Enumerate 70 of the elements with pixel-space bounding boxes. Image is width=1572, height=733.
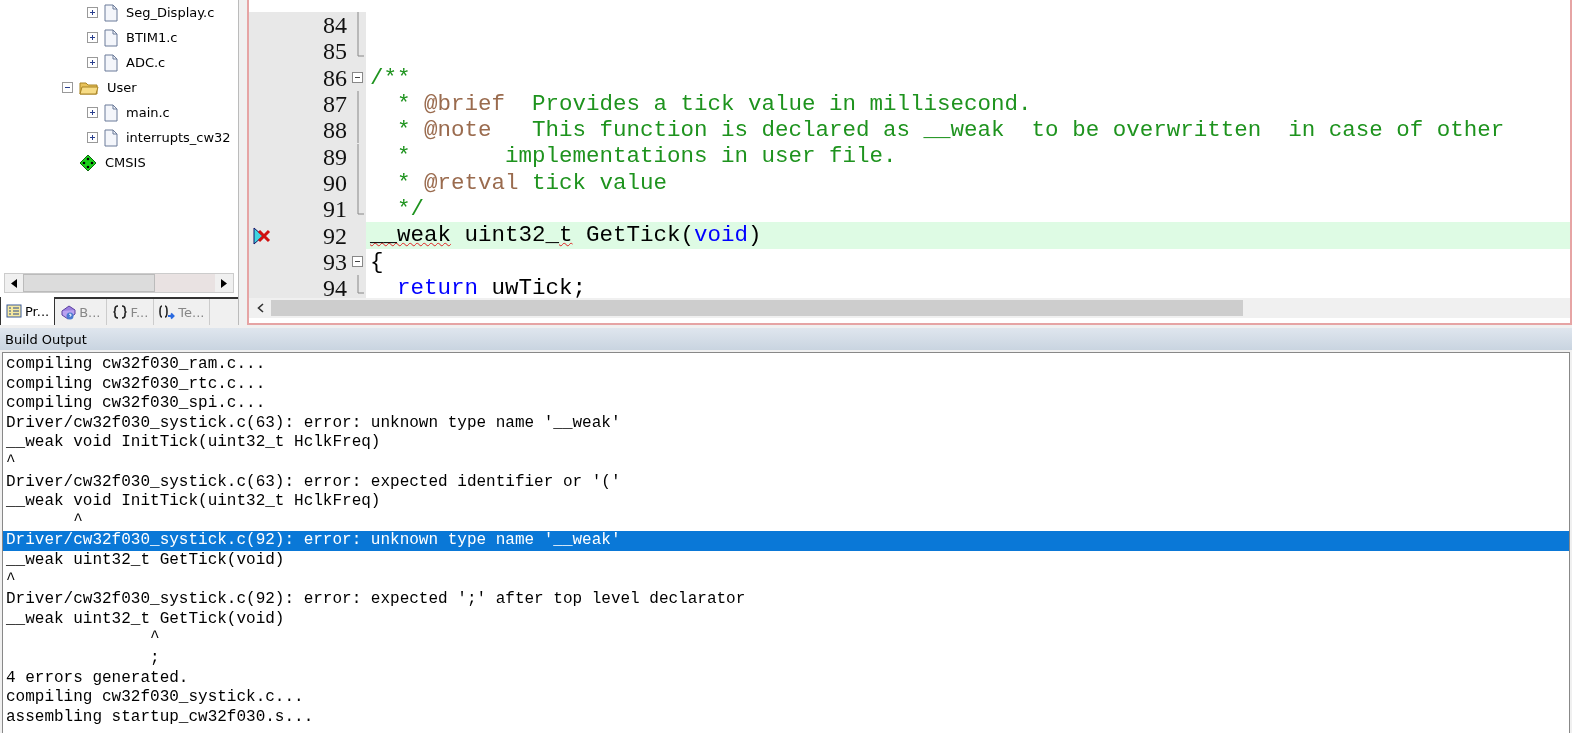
code-line: /**	[369, 64, 411, 91]
fold-toggle-icon[interactable]	[351, 71, 364, 85]
output-line[interactable]: compiling cw32f030_ram.c...	[3, 355, 1569, 375]
code-line: {	[369, 248, 384, 275]
line-number: 90	[322, 169, 347, 196]
tree-item[interactable]: BTIM1.c	[126, 30, 178, 45]
line-number: 84	[322, 12, 347, 39]
file-icon	[104, 103, 118, 122]
expand-icon[interactable]	[87, 57, 98, 68]
output-line[interactable]: __weak uint32_t GetTick(void)	[3, 609, 1569, 630]
line-number: 89	[322, 143, 347, 170]
line-number: 94	[322, 275, 347, 298]
horizontal-scrollbar[interactable]	[4, 273, 234, 293]
output-line[interactable]: 4 errors generated.	[3, 668, 1569, 689]
horizontal-scrollbar[interactable]	[249, 298, 1570, 318]
code-line: return uwTick;	[396, 274, 587, 298]
code-line: __weak uint32_t GetTick(void)	[369, 222, 762, 249]
code-line: * implementations in user file.	[396, 143, 897, 170]
output-line[interactable]: ^	[3, 452, 1569, 473]
file-icon	[104, 3, 118, 22]
right-arrow-icon[interactable]	[221, 278, 227, 288]
expand-icon[interactable]	[87, 32, 98, 43]
tree-item[interactable]: User	[107, 80, 137, 95]
expand-icon[interactable]	[87, 107, 98, 118]
output-line[interactable]: ;	[3, 648, 1569, 669]
folder-icon	[79, 80, 99, 95]
line-number: 87	[322, 91, 347, 118]
brackets-arrow-icon	[159, 304, 176, 320]
project-icon	[6, 303, 22, 319]
output-line[interactable]: Driver/cw32f030_systick.c(63): error: expected identifier or '('	[3, 472, 1569, 493]
file-icon	[104, 53, 118, 72]
line-number: 85	[322, 38, 347, 65]
book-icon	[60, 304, 77, 320]
output-line[interactable]: assembling startup_cw32f030.s...	[3, 707, 1569, 728]
output-line[interactable]: ^	[3, 570, 1569, 591]
diamond-icon	[79, 153, 97, 172]
panel-title: Build Output	[5, 331, 87, 347]
code-line: * @brief Provides a tick value in millisecond.	[396, 90, 1032, 118]
output-line[interactable]: __weak void InitTick(uint32_t HclkFreq)	[3, 433, 1569, 453]
output-line[interactable]: __weak void InitTick(uint32_t HclkFreq)	[3, 492, 1569, 512]
file-icon	[104, 28, 118, 47]
output-line[interactable]: compiling cw32f030_rtc.c...	[3, 374, 1569, 395]
output-line[interactable]: compiling cw32f030_spi.c...	[3, 394, 1569, 414]
tree-item[interactable]: Seg_Display.c	[126, 5, 215, 20]
code-line: * @note This function is declared as __weak to be overwritten in case of other	[396, 117, 1505, 144]
output-line[interactable]: Driver/cw32f030_systick.c(92): error: expected ';' after top level declarator	[3, 590, 1569, 610]
output-line[interactable]: ^	[3, 511, 1569, 532]
tree-item[interactable]: interrupts_cw32	[126, 130, 231, 145]
collapse-icon[interactable]	[62, 82, 73, 93]
output-line[interactable]: ^	[3, 629, 1569, 649]
code-line: * @retval tick value	[396, 169, 668, 197]
line-number: 93	[322, 248, 347, 275]
fold-toggle-icon[interactable]	[351, 255, 364, 269]
expand-icon[interactable]	[87, 132, 98, 143]
output-line[interactable]: Driver/cw32f030_systick.c(63): error: unknown type name '__weak'	[3, 413, 1569, 434]
line-number: 91	[322, 196, 347, 223]
braces-icon	[111, 304, 128, 320]
output-line[interactable]: __weak uint32_t GetTick(void)	[3, 550, 1569, 571]
tree-item[interactable]: main.c	[126, 105, 170, 120]
output-line[interactable]: compiling cw32f030_systick.c...	[3, 688, 1569, 708]
file-icon	[104, 128, 118, 147]
line-number: 92	[322, 222, 347, 249]
panel-tab[interactable]: Pr...	[0, 297, 56, 325]
left-arrow-icon[interactable]	[11, 278, 17, 288]
line-number: 86	[322, 64, 347, 91]
expand-icon[interactable]	[87, 7, 98, 18]
line-number: 88	[322, 117, 347, 144]
tree-item[interactable]: ADC.c	[126, 55, 166, 70]
tree-item[interactable]: CMSIS	[105, 155, 146, 170]
code-line: */	[396, 196, 424, 223]
